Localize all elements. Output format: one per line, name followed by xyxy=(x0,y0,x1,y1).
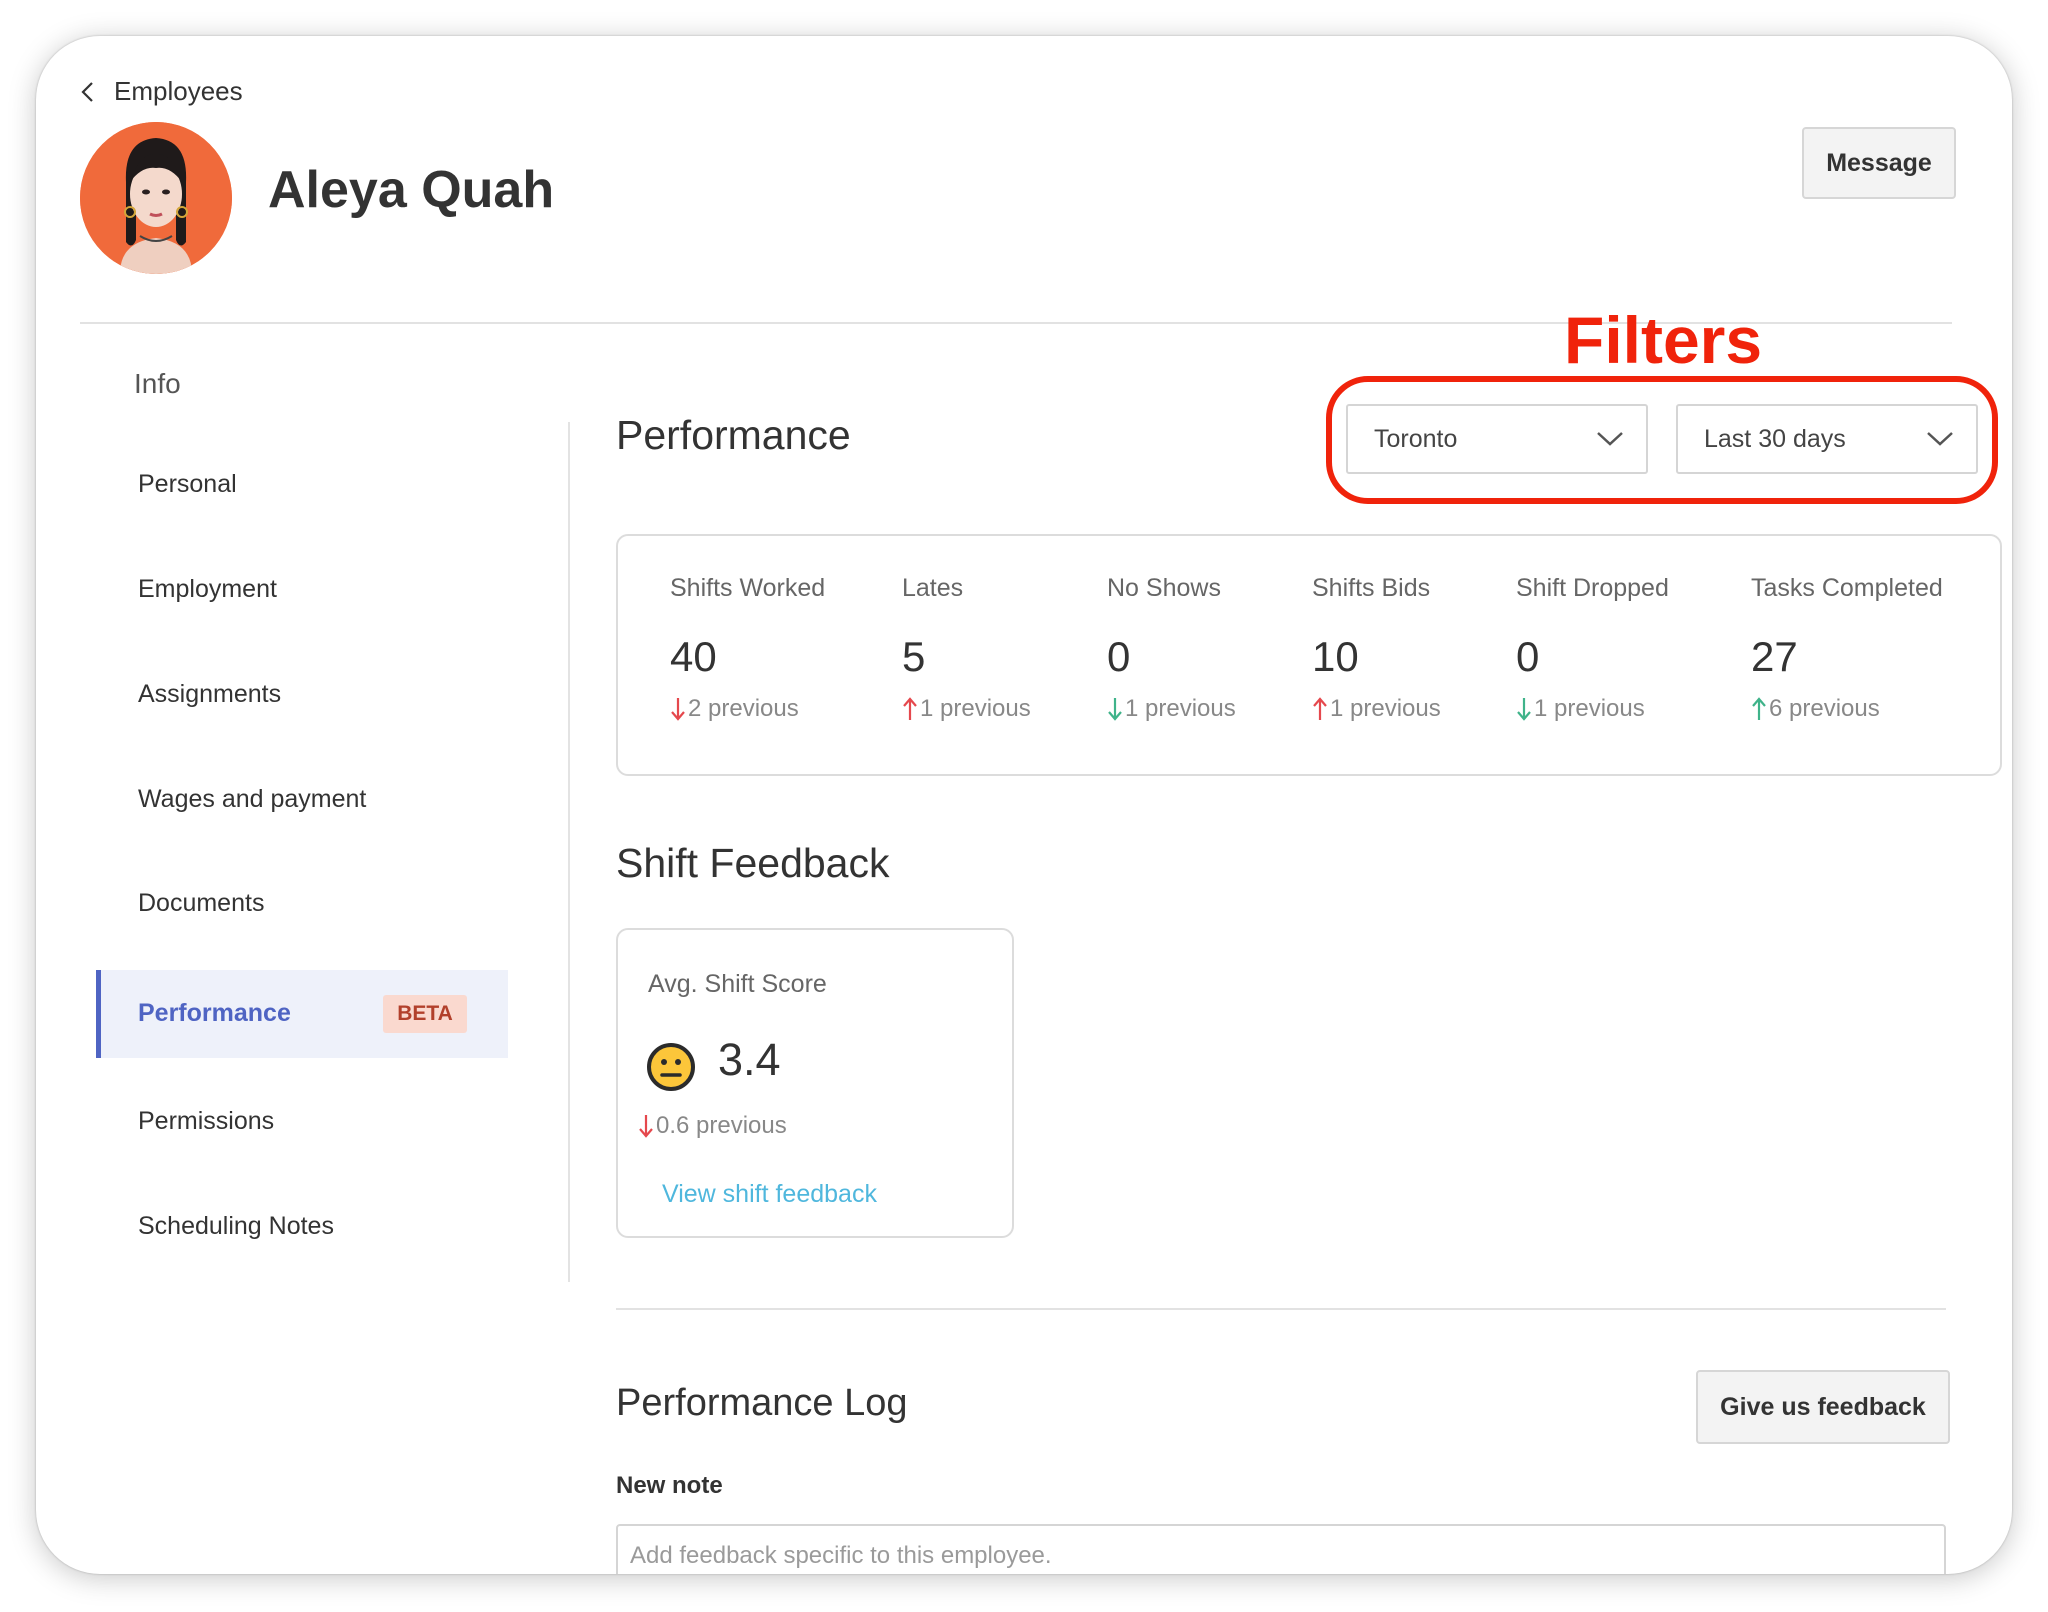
stat-value: 5 xyxy=(902,633,926,680)
shift-feedback-title: Shift Feedback xyxy=(616,840,890,886)
avg-shift-score-label: Avg. Shift Score xyxy=(648,970,827,998)
stat-value: 27 xyxy=(1751,633,1798,680)
avatar-portrait xyxy=(80,122,232,274)
stat-shift-dropped: Shift Dropped 0 1 previous xyxy=(1516,574,1669,723)
stat-previous: 6 previous xyxy=(1751,695,1943,723)
sidebar-divider xyxy=(568,422,570,1282)
message-button[interactable]: Message xyxy=(1802,127,1956,199)
stat-label: Shifts Bids xyxy=(1312,574,1431,602)
stat-previous-text: 1 previous xyxy=(1534,695,1645,722)
arrow-down-icon xyxy=(670,696,686,722)
chevron-left-icon xyxy=(81,81,93,102)
stat-previous: 1 previous xyxy=(1516,695,1669,723)
stat-shifts-worked: Shifts Worked 40 2 previous xyxy=(670,574,825,723)
new-note-label: New note xyxy=(616,1472,723,1499)
stat-lates: Lates 5 1 previous xyxy=(902,574,1031,723)
neutral-face-icon xyxy=(647,1043,695,1091)
stat-previous: 1 previous xyxy=(1312,695,1441,723)
arrow-down-icon xyxy=(1107,696,1123,722)
beta-badge: BETA xyxy=(383,995,467,1033)
location-filter-select[interactable]: Toronto xyxy=(1346,404,1648,474)
stat-previous-text: 1 previous xyxy=(1125,695,1236,722)
avg-shift-score-card: Avg. Shift Score 3.4 0.6 previous View s… xyxy=(616,928,1014,1238)
section-divider xyxy=(616,1308,1946,1310)
sidebar-item-assignments[interactable]: Assignments xyxy=(138,680,281,709)
sidebar-item-scheduling-notes[interactable]: Scheduling Notes xyxy=(138,1212,334,1241)
stat-value: 40 xyxy=(670,633,717,680)
back-to-employees-link[interactable]: Employees xyxy=(80,76,243,107)
avatar xyxy=(80,122,232,274)
avg-shift-score-previous: 0.6 previous xyxy=(638,1112,787,1140)
stat-previous: 1 previous xyxy=(1107,695,1236,723)
sidebar-item-performance-label: Performance xyxy=(138,999,291,1027)
stat-previous-text: 1 previous xyxy=(1330,695,1441,722)
employee-name: Aleya Quah xyxy=(268,161,555,219)
arrow-down-icon xyxy=(1516,696,1532,722)
filters-annotation: Filters xyxy=(1564,303,1763,377)
stat-label: Shift Dropped xyxy=(1516,574,1669,602)
stat-previous: 1 previous xyxy=(902,695,1031,723)
give-us-feedback-button[interactable]: Give us feedback xyxy=(1696,1370,1950,1444)
stat-shifts-bids: Shifts Bids 10 1 previous xyxy=(1312,574,1441,723)
stat-previous-text: 1 previous xyxy=(920,695,1031,722)
chevron-down-icon xyxy=(1597,432,1623,446)
stat-label: No Shows xyxy=(1107,574,1221,602)
stat-previous: 2 previous xyxy=(670,695,825,723)
avg-shift-score-value: 3.4 xyxy=(718,1034,781,1085)
sidebar-item-personal[interactable]: Personal xyxy=(138,470,237,499)
view-shift-feedback-link[interactable]: View shift feedback xyxy=(662,1180,877,1209)
stat-label: Lates xyxy=(902,574,964,602)
sidebar-item-permissions[interactable]: Permissions xyxy=(138,1107,274,1136)
stat-no-shows: No Shows 0 1 previous xyxy=(1107,574,1236,723)
arrow-up-icon xyxy=(1312,696,1328,722)
location-filter-value: Toronto xyxy=(1374,424,1458,453)
stat-value: 0 xyxy=(1516,633,1540,680)
stat-value: 10 xyxy=(1312,633,1359,680)
stat-label: Shifts Worked xyxy=(670,574,826,602)
period-filter-value: Last 30 days xyxy=(1704,424,1846,453)
performance-stats-card: Shifts Worked 40 2 previous Lates 5 1 pr… xyxy=(616,534,2002,776)
stat-tasks-completed: Tasks Completed 27 6 previous xyxy=(1751,574,1943,723)
arrow-up-icon xyxy=(1751,696,1767,722)
avg-shift-score-previous-text: 0.6 previous xyxy=(656,1112,787,1139)
sidebar-item-employment[interactable]: Employment xyxy=(138,575,277,604)
period-filter-select[interactable]: Last 30 days xyxy=(1676,404,1978,474)
performance-title: Performance xyxy=(616,412,851,458)
arrow-down-icon xyxy=(638,1113,654,1139)
performance-log-title: Performance Log xyxy=(616,1382,908,1424)
sidebar-heading: Info xyxy=(134,368,181,399)
stat-previous-text: 2 previous xyxy=(688,695,799,722)
app-window: Employees Aleya Quah Message Info Person… xyxy=(36,36,2012,1574)
stat-value: 0 xyxy=(1107,633,1131,680)
stat-label: Tasks Completed xyxy=(1751,574,1943,602)
arrow-up-icon xyxy=(902,696,918,722)
new-note-input[interactable] xyxy=(616,1524,1946,1574)
back-label: Employees xyxy=(114,76,243,106)
sidebar-item-documents[interactable]: Documents xyxy=(138,889,264,918)
chevron-down-icon xyxy=(1927,432,1953,446)
stat-previous-text: 6 previous xyxy=(1769,695,1880,722)
sidebar-item-wages-and-payment[interactable]: Wages and payment xyxy=(138,785,366,814)
